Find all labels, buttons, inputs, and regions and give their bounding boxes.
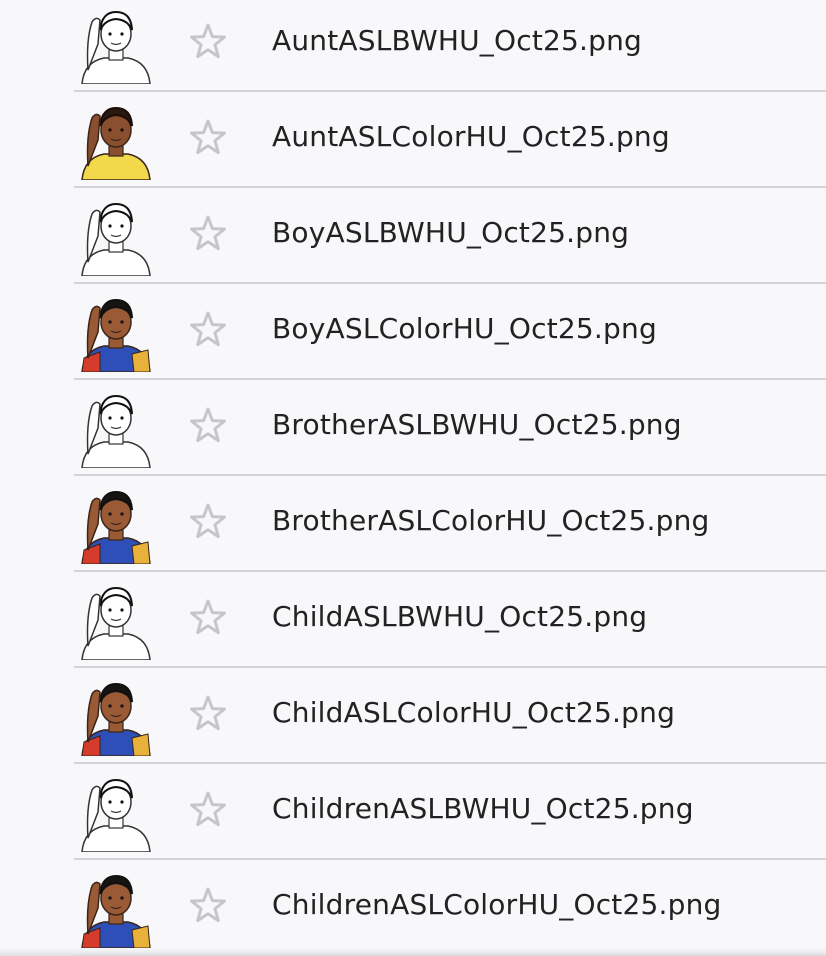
file-row[interactable]: BoyASLColorHU_Oct25.png: [0, 284, 826, 380]
file-name[interactable]: ChildASLColorHU_Oct25.png: [272, 696, 675, 730]
scroll-fade: [0, 948, 826, 956]
star-icon[interactable]: [188, 886, 228, 926]
file-list: AuntASLBWHU_Oct25.png AuntASLColorHU_Oct…: [0, 0, 826, 956]
file-row[interactable]: BrotherASLBWHU_Oct25.png: [0, 380, 826, 476]
star-icon[interactable]: [188, 598, 228, 638]
file-row[interactable]: AuntASLBWHU_Oct25.png: [0, 0, 826, 92]
file-thumbnail: [74, 96, 158, 180]
file-name[interactable]: ChildrenASLBWHU_Oct25.png: [272, 792, 694, 826]
file-thumbnail: [74, 576, 158, 660]
star-icon[interactable]: [188, 406, 228, 446]
file-name[interactable]: BrotherASLColorHU_Oct25.png: [272, 504, 710, 538]
star-icon[interactable]: [188, 214, 228, 254]
file-thumbnail: [74, 0, 158, 84]
file-thumbnail: [74, 288, 158, 372]
file-row[interactable]: BrotherASLColorHU_Oct25.png: [0, 476, 826, 572]
file-name[interactable]: BoyASLBWHU_Oct25.png: [272, 216, 629, 250]
file-thumbnail: [74, 672, 158, 756]
star-icon[interactable]: [188, 502, 228, 542]
star-icon[interactable]: [188, 310, 228, 350]
star-icon[interactable]: [188, 22, 228, 62]
star-icon[interactable]: [188, 790, 228, 830]
file-row[interactable]: BoyASLBWHU_Oct25.png: [0, 188, 826, 284]
file-name[interactable]: AuntASLBWHU_Oct25.png: [272, 24, 642, 58]
file-name[interactable]: AuntASLColorHU_Oct25.png: [272, 120, 670, 154]
file-row[interactable]: ChildrenASLColorHU_Oct25.png: [0, 860, 826, 956]
file-row[interactable]: ChildASLBWHU_Oct25.png: [0, 572, 826, 668]
file-row[interactable]: AuntASLColorHU_Oct25.png: [0, 92, 826, 188]
file-thumbnail: [74, 864, 158, 948]
file-name[interactable]: ChildrenASLColorHU_Oct25.png: [272, 888, 722, 922]
file-row[interactable]: ChildrenASLBWHU_Oct25.png: [0, 764, 826, 860]
star-icon[interactable]: [188, 694, 228, 734]
star-icon[interactable]: [188, 118, 228, 158]
file-name[interactable]: BoyASLColorHU_Oct25.png: [272, 312, 657, 346]
file-thumbnail: [74, 480, 158, 564]
file-thumbnail: [74, 768, 158, 852]
file-thumbnail: [74, 384, 158, 468]
file-thumbnail: [74, 192, 158, 276]
file-name[interactable]: BrotherASLBWHU_Oct25.png: [272, 408, 682, 442]
file-row[interactable]: ChildASLColorHU_Oct25.png: [0, 668, 826, 764]
file-name[interactable]: ChildASLBWHU_Oct25.png: [272, 600, 647, 634]
